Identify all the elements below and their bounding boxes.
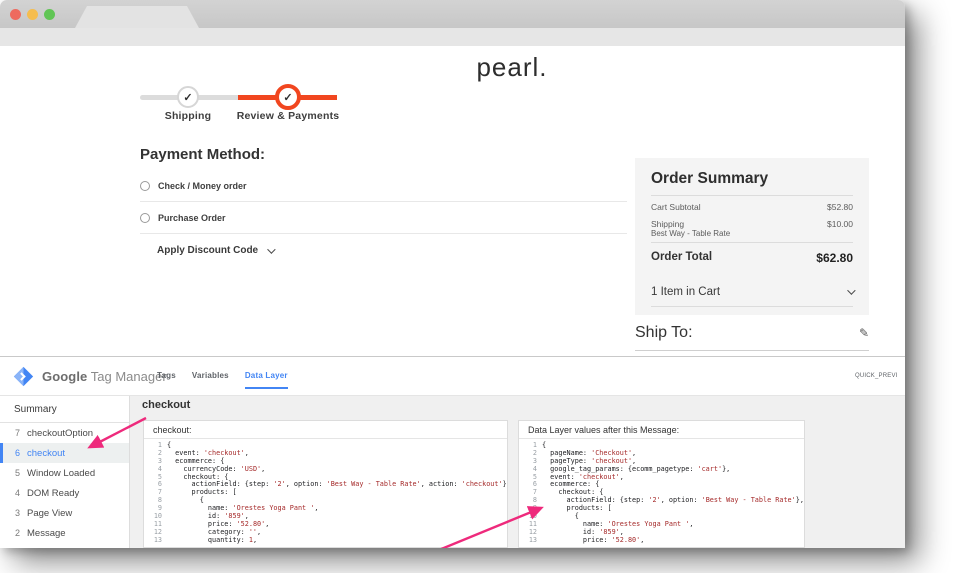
radio-button-icon[interactable] [140, 181, 150, 191]
divider [651, 306, 853, 307]
gtm-event-checkout[interactable]: 6 checkout [0, 443, 129, 463]
zoom-window-button[interactable] [44, 9, 55, 20]
gtm-brand-google: Google [42, 369, 88, 384]
edit-pencil-icon[interactable]: ✎ [859, 326, 869, 340]
message-code-body: 1{2 event: 'checkout', 3 ecommerce: {4 cu… [144, 439, 507, 545]
apply-discount-toggle[interactable]: Apply Discount Code [157, 244, 276, 256]
divider [651, 242, 853, 243]
event-label: checkout [27, 447, 66, 459]
apply-discount-label: Apply Discount Code [157, 245, 259, 256]
event-number: 3 [14, 508, 20, 518]
event-number: 2 [14, 528, 20, 538]
gtm-tab-data-layer[interactable]: Data Layer [244, 371, 288, 389]
message-code-panel: checkout: 1{2 event: 'checkout', 3 ecomme… [143, 420, 508, 548]
order-total-value: $62.80 [816, 251, 853, 265]
gtm-event-dom-ready[interactable]: 4 DOM Ready [0, 483, 129, 503]
step-review-check-icon: ✓ [275, 84, 301, 110]
event-number: 7 [14, 428, 20, 438]
shipping-label: Shipping [651, 219, 685, 229]
chevron-down-icon [267, 244, 276, 254]
radio-button-icon[interactable] [140, 213, 150, 223]
shipping-value: $10.00 [827, 219, 853, 229]
cart-subtotal-value: $52.80 [827, 202, 853, 212]
gtm-event-page-view[interactable]: 3 Page View [0, 503, 129, 523]
event-number: 5 [14, 468, 20, 478]
event-label: Window Loaded [27, 467, 96, 479]
close-window-button[interactable] [10, 9, 21, 20]
gtm-logo-icon [13, 366, 34, 387]
payment-method-heading: Payment Method: [140, 146, 266, 163]
browser-toolbar [0, 28, 905, 46]
event-number: 4 [14, 488, 20, 498]
ship-to-heading: Ship To: [635, 324, 693, 341]
gtm-brand-product: Tag Manager [90, 369, 167, 384]
divider [635, 350, 869, 351]
payment-option-purchase-order[interactable]: Purchase Order [140, 213, 226, 223]
gtm-tab-tags[interactable]: Tags [157, 371, 176, 389]
chevron-down-icon [847, 286, 856, 295]
gtm-brand: Google Tag Manager [42, 369, 167, 384]
gtm-event-window-loaded[interactable]: 5 Window Loaded [0, 463, 129, 483]
datalayer-code-body: 1{2 pageName: 'Checkout', 3 pageType: 'ch… [519, 439, 804, 545]
step-label-review-payments[interactable]: Review & Payments [237, 110, 340, 122]
browser-titlebar [0, 0, 905, 28]
minimize-window-button[interactable] [27, 9, 38, 20]
gtm-event-sidebar: Summary 7 checkoutOption 6 checkout 5 Window … [0, 396, 130, 548]
shipping-row: Shipping $10.00 [651, 219, 853, 229]
ship-to-section: Ship To: ✎ [635, 324, 869, 342]
checkout-page: pearl. ✓ ✓ Shipping Review & Payments Pa… [0, 46, 905, 356]
items-in-cart-toggle[interactable]: 1 Item in Cart [651, 286, 856, 298]
code-line: 13 quantity: 1, [144, 535, 507, 545]
cart-subtotal-row: Cart Subtotal $52.80 [651, 202, 853, 212]
quick-preview-label: QUICK_PREVI [855, 373, 898, 379]
sidebar-item-summary[interactable]: Summary [0, 396, 129, 423]
cart-subtotal-label: Cart Subtotal [651, 202, 701, 212]
order-summary-title: Order Summary [651, 170, 769, 187]
payment-option-label: Check / Money order [158, 181, 247, 191]
order-total-row: Order Total $62.80 [651, 251, 853, 265]
shipping-method-sublabel: Best Way - Table Rate [651, 229, 731, 238]
browser-window: pearl. ✓ ✓ Shipping Review & Payments Pa… [0, 0, 905, 548]
event-label: Page View [27, 507, 73, 519]
step-label-shipping[interactable]: Shipping [165, 110, 212, 122]
line-number: 13 [528, 535, 537, 544]
order-total-label: Order Total [651, 251, 713, 263]
message-code-panel-title: checkout: [144, 421, 507, 439]
step-shipping-check-icon: ✓ [177, 86, 199, 108]
gtm-debug-panel: Google Tag Manager Tags Variables Data Lay… [0, 356, 905, 548]
event-number: 6 [14, 448, 20, 458]
items-in-cart-label: 1 Item in Cart [651, 286, 721, 298]
browser-tab[interactable] [75, 6, 199, 28]
datalayer-code-panel: Data Layer values after this Message: 1{… [518, 420, 805, 548]
event-label: Message [27, 527, 66, 539]
divider [140, 233, 627, 234]
store-logo: pearl. [476, 52, 548, 82]
order-summary-card: Order Summary Cart Subtotal $52.80 Shipp… [635, 158, 869, 315]
payment-option-label: Purchase Order [158, 213, 226, 223]
gtm-header: Google Tag Manager Tags Variables Data Lay… [0, 357, 905, 396]
payment-option-check-money-order[interactable]: Check / Money order [140, 181, 247, 191]
message-title: checkout [142, 399, 191, 411]
line-number: 13 [153, 535, 162, 544]
event-label: checkoutOption [27, 427, 94, 439]
gtm-event-message[interactable]: 2 Message [0, 523, 129, 543]
datalayer-code-panel-title: Data Layer values after this Message: [519, 421, 804, 439]
divider [140, 201, 627, 202]
event-label: DOM Ready [27, 487, 80, 499]
gtm-tab-variables[interactable]: Variables [192, 371, 229, 389]
gtm-tabs: Tags Variables Data Layer [157, 371, 288, 389]
code-line: 13 price: '52.80', [519, 535, 804, 545]
gtm-event-checkoutoption[interactable]: 7 checkoutOption [0, 423, 129, 443]
divider [651, 195, 853, 196]
